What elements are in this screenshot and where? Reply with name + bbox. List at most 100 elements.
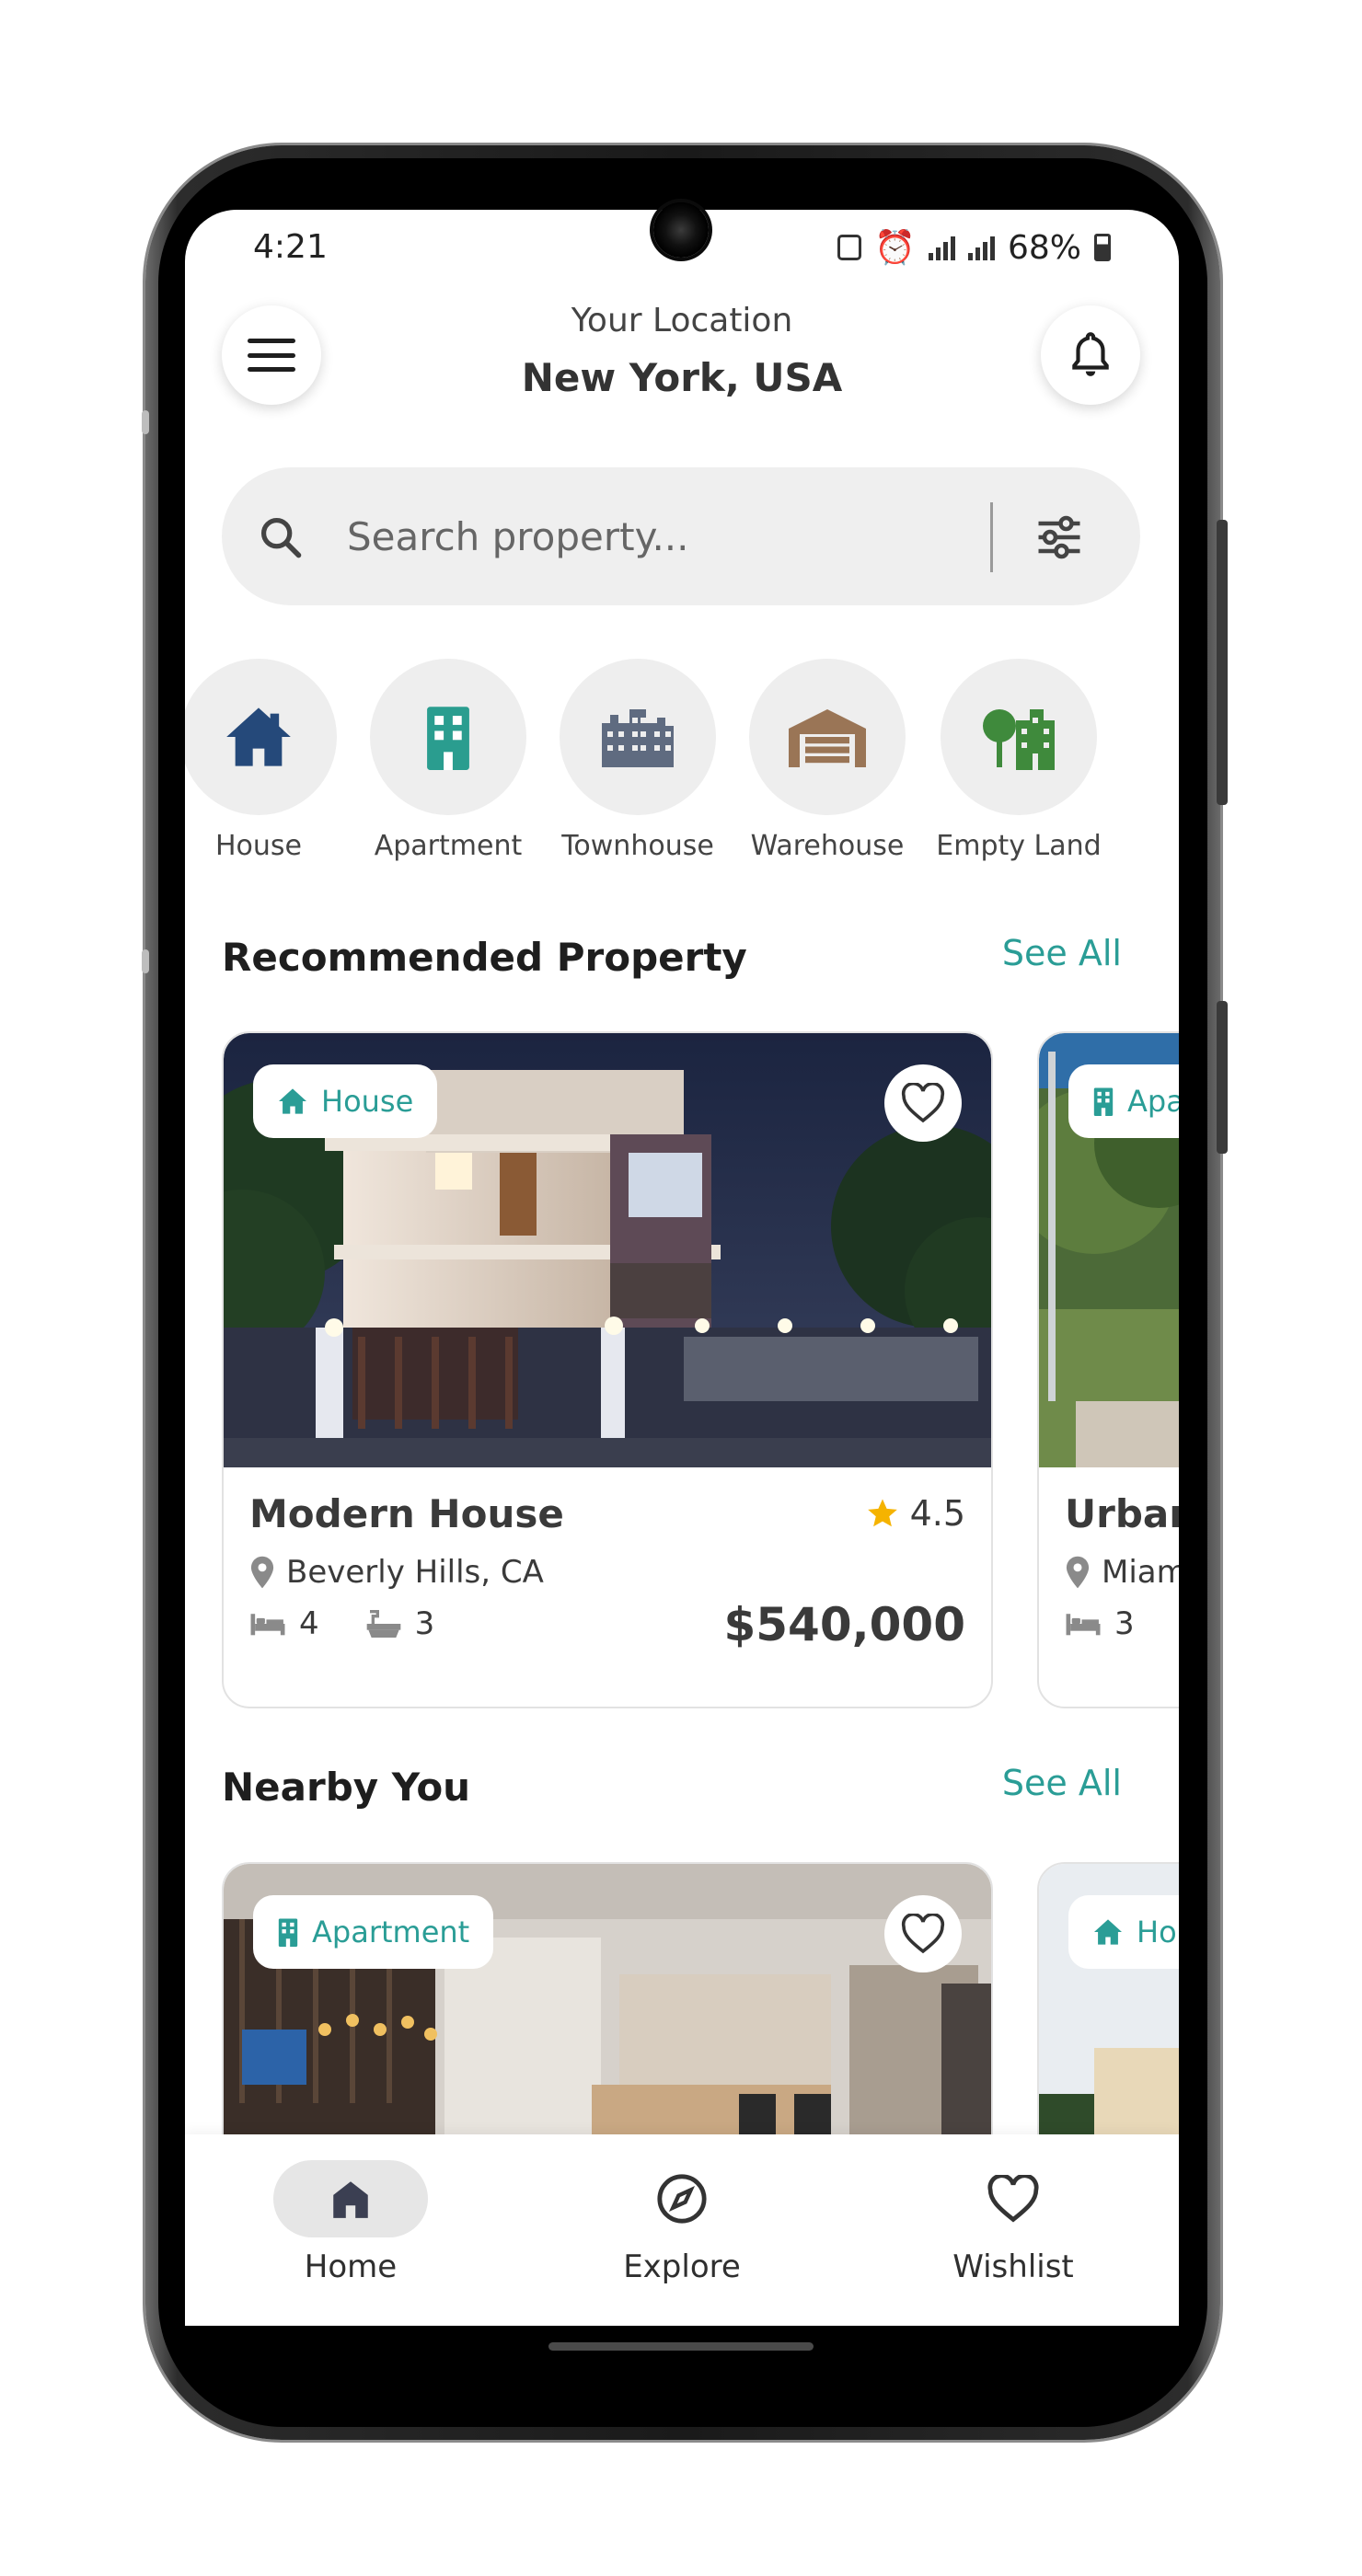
tree-icon — [983, 709, 1055, 770]
location-pin-icon — [1066, 1556, 1090, 1589]
category-townhouse[interactable]: Townhouse — [541, 659, 734, 862]
volume-button — [1217, 520, 1228, 805]
property-title: Modern House — [249, 1491, 564, 1536]
bottom-navigation: Home Explore Wishlist — [185, 2134, 1179, 2326]
heart-icon — [987, 2175, 1039, 2223]
power-button — [1217, 1001, 1228, 1154]
search-input[interactable] — [347, 504, 936, 569]
category-empty-land[interactable]: Empty Land — [922, 659, 1115, 862]
bedrooms: 3 — [1065, 1605, 1135, 1642]
bed-icon — [250, 1614, 285, 1636]
bed-icon — [1066, 1614, 1101, 1636]
filter-icon[interactable] — [1032, 510, 1087, 565]
amenities: 4 3 — [249, 1605, 466, 1642]
recommended-title: Recommended Property — [222, 935, 747, 980]
category-circle — [941, 659, 1097, 815]
amenities: 3 — [1065, 1605, 1166, 1642]
nav-pill — [273, 2160, 428, 2237]
nav-pill — [605, 2160, 759, 2237]
house-icon — [279, 1088, 306, 1114]
bell-icon — [1072, 332, 1109, 376]
search-bar — [222, 467, 1140, 605]
apartment-icon — [278, 1918, 298, 1947]
property-type-tag: Apa — [1068, 1064, 1179, 1138]
townhouse-icon — [602, 709, 674, 767]
bathrooms: 3 — [365, 1605, 435, 1642]
favorite-button[interactable] — [884, 1895, 962, 1972]
nav-label: Wishlist — [952, 2248, 1074, 2285]
category-list: House Apartment Townhouse Warehouse Empt… — [185, 659, 1179, 870]
property-type-tag: Hou — [1068, 1895, 1179, 1969]
category-circle — [370, 659, 526, 815]
battery-icon — [1094, 234, 1111, 261]
location-pin-icon — [250, 1556, 274, 1589]
nearby-title: Nearby You — [222, 1765, 471, 1810]
category-label: Empty Land — [936, 830, 1102, 862]
search-icon — [260, 517, 302, 558]
category-label: Apartment — [374, 830, 523, 862]
tag-label: Hou — [1137, 1915, 1179, 1949]
property-title: Urban — [1065, 1491, 1179, 1536]
house-icon — [226, 707, 291, 766]
tag-label: House — [321, 1084, 414, 1119]
property-location: Miam — [1065, 1554, 1179, 1591]
cell-signal-icon — [967, 235, 995, 260]
status-icons: ⏰ 68% — [837, 228, 1111, 267]
nav-label: Explore — [623, 2248, 741, 2285]
tag-label: Apartment — [312, 1915, 470, 1949]
category-warehouse[interactable]: Warehouse — [731, 659, 924, 862]
battery-percent: 68% — [1007, 228, 1081, 267]
heart-icon — [901, 1083, 945, 1123]
side-marker — [142, 410, 149, 434]
apartment-icon — [1093, 1087, 1114, 1116]
wifi-signal-icon — [928, 235, 955, 260]
bathtub-icon — [366, 1610, 400, 1638]
nav-pill — [936, 2160, 1091, 2237]
property-type-tag: House — [253, 1064, 438, 1138]
alarm-icon: ⏰ — [874, 229, 916, 267]
nav-label: Home — [304, 2248, 398, 2285]
property-card[interactable]: House Modern House 4.5 Beverly Hills, CA… — [222, 1031, 993, 1708]
location-text: Beverly Hills, CA — [286, 1554, 544, 1591]
bath-count: 3 — [414, 1605, 435, 1642]
category-circle — [185, 659, 337, 815]
category-label: Warehouse — [750, 830, 905, 862]
side-marker — [142, 949, 149, 973]
screen-bottom-bezel — [185, 2326, 1179, 2399]
star-icon — [867, 1499, 897, 1527]
category-label: Townhouse — [561, 830, 714, 862]
front-camera — [653, 202, 709, 258]
category-house[interactable]: House — [185, 659, 355, 862]
favorite-button[interactable] — [884, 1064, 962, 1142]
property-type-tag: Apartment — [253, 1895, 494, 1969]
app-screen: 4:21 ⏰ 68% Your Location New York, USA S… — [185, 210, 1179, 2326]
property-price: $540,000 — [723, 1598, 965, 1651]
rating: 4.5 — [866, 1493, 965, 1534]
location-value[interactable]: New York, USA — [185, 355, 1179, 400]
house-icon — [1094, 1919, 1122, 1945]
bedrooms: 4 — [249, 1605, 319, 1642]
location-text: Miam — [1102, 1554, 1179, 1591]
nearby-see-all-link[interactable]: See All — [1002, 1763, 1122, 1803]
bed-count: 4 — [299, 1605, 319, 1642]
compass-icon — [657, 2174, 707, 2224]
category-circle — [749, 659, 906, 815]
home-icon — [333, 2181, 368, 2218]
location-label: Your Location — [571, 302, 793, 339]
home-indicator[interactable] — [548, 2342, 814, 2351]
category-apartment[interactable]: Apartment — [352, 659, 545, 862]
heart-icon — [901, 1914, 945, 1954]
notifications-button[interactable] — [1041, 305, 1140, 405]
nav-home[interactable]: Home — [240, 2160, 461, 2285]
nav-explore[interactable]: Explore — [571, 2160, 792, 2285]
tag-label: Apa — [1127, 1084, 1179, 1119]
status-time: 4:21 — [253, 228, 328, 266]
recommended-see-all-link[interactable]: See All — [1002, 933, 1122, 973]
property-card[interactable]: Apa Urban Miam 3 — [1037, 1031, 1179, 1708]
rating-value: 4.5 — [909, 1493, 965, 1534]
property-location: Beverly Hills, CA — [249, 1554, 544, 1591]
bed-count: 3 — [1114, 1605, 1135, 1642]
warehouse-icon — [789, 709, 866, 767]
apartment-icon — [427, 707, 469, 770]
nav-wishlist[interactable]: Wishlist — [903, 2160, 1124, 2285]
